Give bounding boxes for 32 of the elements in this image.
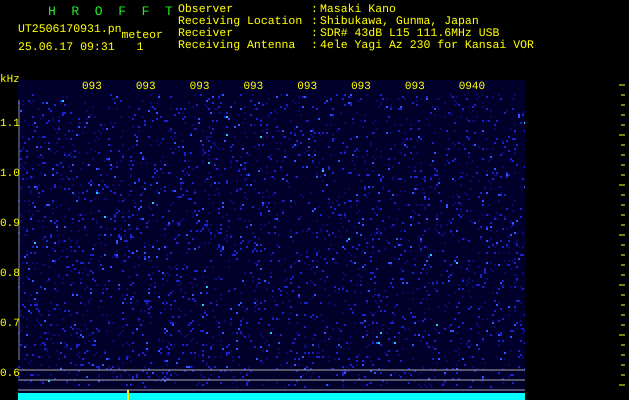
file-name: UT2506170931.pn	[18, 23, 122, 37]
time-label: 093	[82, 80, 102, 94]
event-type: meteor	[122, 29, 163, 42]
info-label: Receiving Location	[178, 16, 304, 28]
time-label: 093	[136, 80, 156, 94]
info-value: SDR# 43dB L15 111.6MHz USB	[320, 28, 500, 40]
time-label: 093	[404, 80, 425, 94]
timestamp: 25.06.17 09:31	[18, 41, 115, 55]
frequency-label: 0.6	[0, 368, 20, 380]
frequency-label: 1.1	[0, 118, 20, 130]
time-label: 093	[351, 80, 371, 94]
frequency-label: 0.9	[0, 218, 20, 230]
info-separator: :	[311, 4, 319, 16]
info-value: Shibukawa, Gunma, Japan	[320, 16, 479, 28]
time-label: 093	[243, 80, 264, 94]
info-label: Receiver	[178, 28, 234, 40]
info-label: Observer	[178, 4, 234, 16]
info-separator: :	[311, 40, 319, 52]
time-label: 0940	[458, 80, 486, 94]
time-label: 093	[297, 80, 318, 94]
info-label: Receiving Antenna	[178, 40, 296, 52]
info-separator: :	[311, 28, 319, 40]
info-separator: :	[311, 16, 319, 28]
frequency-label: 0.8	[0, 268, 20, 280]
frequency-unit: kHz	[0, 74, 20, 86]
app-title: H R O F F T	[48, 4, 177, 20]
info-value: Masaki Kano	[320, 4, 396, 16]
event-count: 1	[136, 41, 144, 55]
frequency-label: 0.7	[0, 318, 20, 330]
frequency-label: 1.0	[0, 168, 20, 180]
time-label: 093	[190, 80, 210, 94]
info-value: 4ele Yagi Az 230 for Kansai VOR	[320, 40, 534, 52]
